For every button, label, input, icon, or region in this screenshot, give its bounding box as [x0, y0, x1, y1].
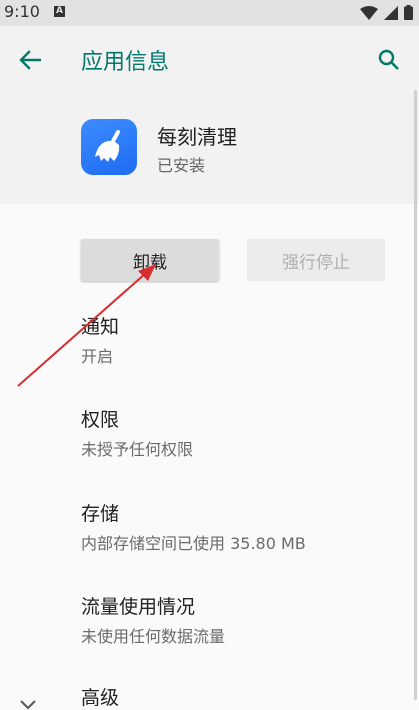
app-icon — [81, 119, 137, 175]
app-install-status: 已安装 — [157, 156, 206, 175]
search-button[interactable] — [371, 42, 407, 78]
list-item-subtitle: 未授予任何权限 — [81, 440, 194, 459]
arrow-left-icon — [19, 50, 41, 70]
list-item-subtitle: 未使用任何数据流量 — [81, 627, 226, 646]
notification-icon: A — [54, 6, 65, 17]
list-item-subtitle: 开启 — [81, 347, 114, 366]
broom-icon — [95, 130, 120, 162]
app-header: 应用信息 每刻清理 已安装 — [0, 26, 419, 204]
chevron-down-icon[interactable] — [18, 700, 38, 710]
list-item-title: 高级 — [81, 687, 120, 709]
signal-icon — [384, 5, 398, 20]
search-icon — [378, 49, 399, 70]
status-icons — [360, 5, 413, 20]
battery-icon — [404, 5, 413, 20]
list-item-data-usage[interactable]: 流量使用情况 未使用任何数据流量 — [81, 592, 225, 647]
page-title: 应用信息 — [81, 50, 170, 75]
uninstall-button[interactable]: 卸载 — [81, 239, 219, 281]
list-item-storage[interactable]: 存储 内部存储空间已使用 35.80 MB — [81, 499, 306, 554]
force-stop-button[interactable]: 强行停止 — [247, 239, 385, 281]
list-item-title: 通知 — [81, 316, 120, 338]
list-item-subtitle: 内部存储空间已使用 35.80 MB — [81, 534, 306, 553]
list-item-title: 流量使用情况 — [81, 596, 196, 618]
status-bar: 9:10 A — [0, 0, 419, 26]
wifi-icon — [360, 5, 378, 20]
list-item-notifications[interactable]: 通知 开启 — [81, 312, 119, 367]
app-name: 每刻清理 — [157, 125, 237, 149]
back-button[interactable] — [12, 42, 48, 78]
list-item-title: 存储 — [81, 503, 120, 525]
list-item-advanced[interactable]: 高级 — [81, 683, 119, 710]
list-item-permissions[interactable]: 权限 未授予任何权限 — [81, 405, 193, 460]
list-item-title: 权限 — [81, 409, 120, 431]
scrollbar[interactable] — [414, 90, 417, 700]
status-time: 9:10 — [4, 2, 40, 21]
